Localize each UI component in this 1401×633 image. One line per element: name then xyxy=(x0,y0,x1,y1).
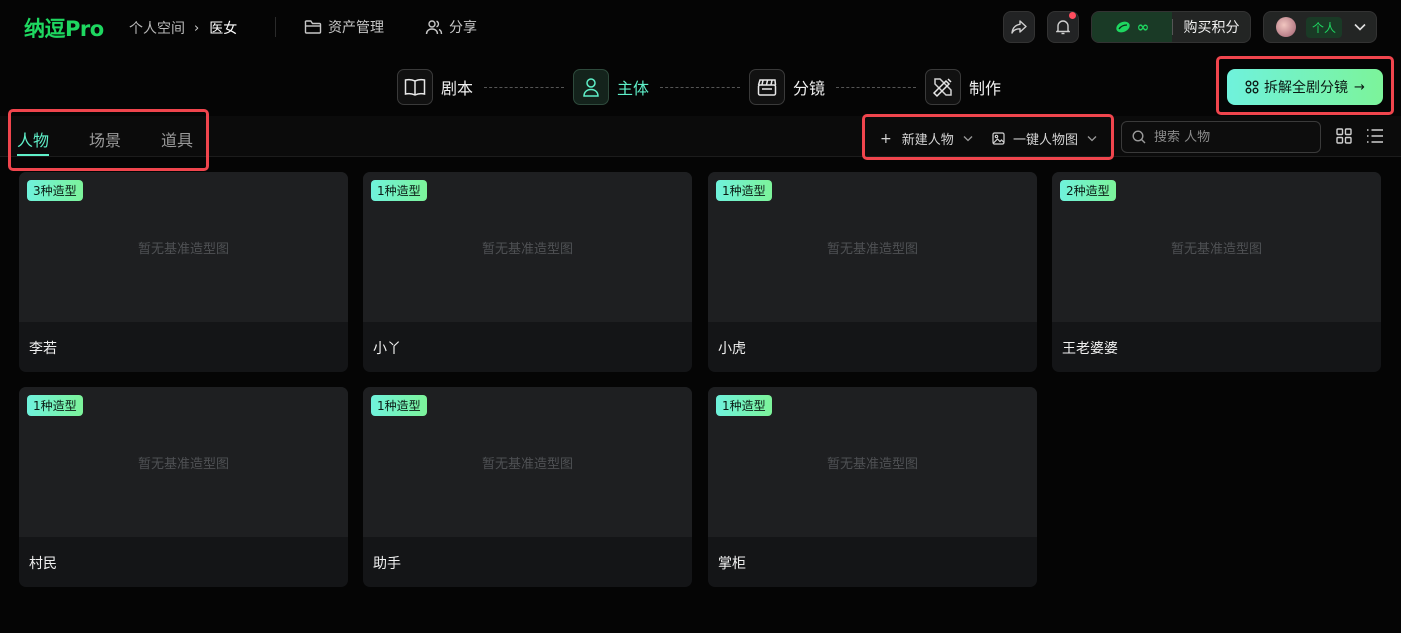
no-image-text: 暂无基准造型图 xyxy=(826,242,918,257)
share-arrow-icon xyxy=(1011,20,1027,34)
no-image-text: 暂无基准造型图 xyxy=(826,457,918,472)
bean-icon xyxy=(1116,21,1130,33)
split-storyboard-button[interactable]: 拆解全剧分镜 → xyxy=(1227,69,1383,105)
person-icon xyxy=(573,69,609,105)
step-storyboard[interactable]: 分镜 xyxy=(749,69,825,105)
character-card[interactable]: 暂无基准造型图 3种造型 李若 xyxy=(19,172,348,372)
clapperboard-icon xyxy=(749,69,785,105)
search-input[interactable] xyxy=(1154,129,1304,145)
divider xyxy=(275,17,276,37)
new-character-label: 新建人物 xyxy=(901,133,954,148)
no-image-text: 暂无基准造型图 xyxy=(137,457,229,472)
step-connector xyxy=(660,87,740,88)
step-connector xyxy=(836,87,916,88)
character-card[interactable]: 暂无基准造型图 1种造型 小虎 xyxy=(708,172,1037,372)
points-widget[interactable]: ∞ 购买积分 xyxy=(1091,11,1251,43)
no-image-text: 暂无基准造型图 xyxy=(137,242,229,257)
chevron-down-icon xyxy=(1354,23,1366,31)
character-card[interactable]: 暂无基准造型图 1种造型 掌柜 xyxy=(708,387,1037,587)
active-tab-indicator xyxy=(17,154,49,156)
character-card[interactable]: 暂无基准造型图 1种造型 小丫 xyxy=(363,172,692,372)
character-name: 小虎 xyxy=(718,341,746,357)
character-name: 村民 xyxy=(29,556,57,572)
character-card[interactable]: 暂无基准造型图 2种造型 王老婆婆 xyxy=(1052,172,1381,372)
character-name: 小丫 xyxy=(373,341,401,357)
nav-share-label: 分享 xyxy=(449,20,477,36)
search-box[interactable] xyxy=(1121,121,1321,153)
step-produce[interactable]: 制作 xyxy=(925,69,1001,105)
top-bar: 纳逗Pro 个人空间 › 医女 资产管理 分享 ∞ 购买积分 个人 xyxy=(0,0,1401,54)
nav-assets-button[interactable]: 资产管理 xyxy=(304,17,384,37)
tools-icon xyxy=(925,69,961,105)
chevron-down-icon xyxy=(963,136,973,142)
avatar[interactable] xyxy=(1276,17,1296,37)
character-name: 助手 xyxy=(373,556,401,572)
new-character-dropdown[interactable]: + 新建人物 xyxy=(880,129,973,148)
share-out-button[interactable] xyxy=(1003,11,1035,43)
notification-dot xyxy=(1069,12,1076,19)
grid-view-icon[interactable] xyxy=(1336,128,1352,144)
generate-character-image-label: 一键人物图 xyxy=(1013,133,1079,148)
character-card[interactable]: 暂无基准造型图 1种造型 助手 xyxy=(363,387,692,587)
step-storyboard-label: 分镜 xyxy=(793,79,826,98)
tab-scene[interactable]: 场景 xyxy=(89,127,121,151)
folder-icon xyxy=(304,20,322,34)
look-count-badge: 3种造型 xyxy=(27,180,83,201)
look-count-badge: 1种造型 xyxy=(716,180,772,201)
look-count-badge: 1种造型 xyxy=(371,395,427,416)
notifications-button[interactable] xyxy=(1047,11,1079,43)
no-image-text: 暂无基准造型图 xyxy=(481,242,573,257)
step-produce-label: 制作 xyxy=(969,79,1002,98)
search-icon xyxy=(1132,130,1146,144)
character-name: 李若 xyxy=(29,341,57,357)
breadcrumb: 个人空间 › 医女 xyxy=(129,18,237,38)
buy-points-button[interactable]: 购买积分 xyxy=(1173,17,1250,37)
plus-icon: + xyxy=(880,130,892,147)
tab-props[interactable]: 道具 xyxy=(161,127,193,151)
look-count-badge: 1种造型 xyxy=(27,395,83,416)
character-name: 王老婆婆 xyxy=(1062,341,1118,357)
tab-people[interactable]: 人物 xyxy=(17,127,49,151)
generate-character-image-dropdown[interactable]: 一键人物图 xyxy=(992,129,1105,148)
nav-share-button[interactable]: 分享 xyxy=(425,17,477,37)
no-image-text: 暂无基准造型图 xyxy=(1170,242,1262,257)
look-count-badge: 1种造型 xyxy=(716,395,772,416)
breadcrumb-separator-icon: › xyxy=(194,20,200,36)
book-icon xyxy=(397,69,433,105)
step-script-label: 剧本 xyxy=(441,79,474,98)
look-count-badge: 1种造型 xyxy=(371,180,427,201)
points-balance: ∞ xyxy=(1092,12,1172,42)
step-subject-label: 主体 xyxy=(617,79,650,98)
character-name: 掌柜 xyxy=(718,556,746,572)
points-value: ∞ xyxy=(1136,18,1150,36)
step-subject[interactable]: 主体 xyxy=(573,69,649,105)
split-storyboard-label: 拆解全剧分镜 xyxy=(1264,80,1349,96)
list-view-icon[interactable] xyxy=(1366,128,1384,144)
breadcrumb-current: 医女 xyxy=(209,21,238,37)
character-card[interactable]: 暂无基准造型图 1种造型 村民 xyxy=(19,387,348,587)
grid-icon xyxy=(1245,80,1259,94)
users-icon xyxy=(425,20,443,35)
user-menu[interactable]: 个人 xyxy=(1263,11,1377,43)
breadcrumb-parent[interactable]: 个人空间 xyxy=(129,18,185,38)
subject-toolbar: 人物 场景 道具 + 新建人物 一键人物图 xyxy=(0,116,1401,157)
bell-icon xyxy=(1056,20,1070,35)
arrow-right-icon: → xyxy=(1354,79,1365,95)
nav-assets-label: 资产管理 xyxy=(328,20,384,36)
no-image-text: 暂无基准造型图 xyxy=(481,457,573,472)
step-script[interactable]: 剧本 xyxy=(397,69,473,105)
app-logo[interactable]: 纳逗Pro xyxy=(24,13,104,43)
look-count-badge: 2种造型 xyxy=(1060,180,1116,201)
chevron-down-icon xyxy=(1087,136,1097,142)
image-icon xyxy=(992,132,1005,145)
user-type-badge: 个人 xyxy=(1306,16,1343,38)
step-connector xyxy=(484,87,564,88)
